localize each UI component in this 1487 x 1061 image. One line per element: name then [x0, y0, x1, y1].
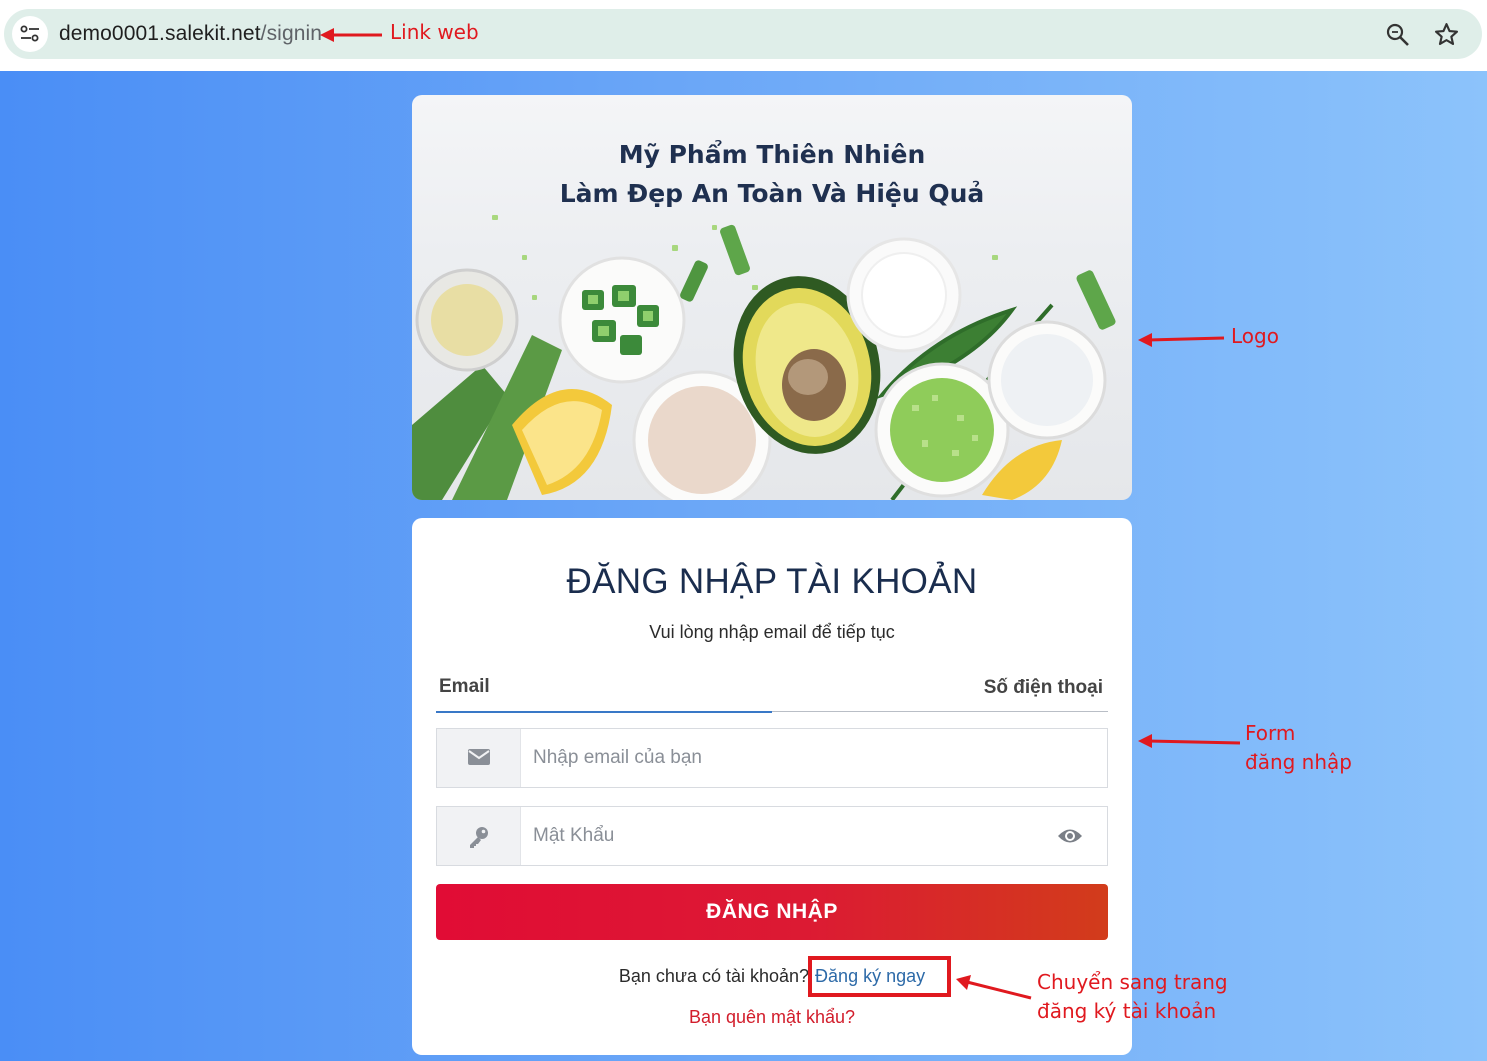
tab-email[interactable]: Email — [439, 676, 490, 698]
annotation-signup-line1: Chuyển sang trang — [1037, 970, 1228, 994]
email-input[interactable] — [533, 743, 1053, 773]
envelope-icon — [468, 749, 490, 765]
banner-title-line2: Làm Đẹp An Toàn Và Hiệu Quả — [559, 179, 985, 208]
annotation-form: Form đăng nhập — [1245, 719, 1352, 777]
annotation-arrow-signup — [956, 975, 1032, 1000]
annotation-signup-line2: đăng ký tài khoản — [1037, 999, 1217, 1023]
key-icon — [470, 827, 488, 848]
logo-banner: Mỹ Phẩm Thiên Nhiên Làm Đẹp An Toàn Và H… — [412, 95, 1132, 500]
password-input[interactable] — [533, 821, 1053, 851]
url-path: /signin — [260, 22, 323, 45]
password-addon — [437, 807, 521, 865]
active-tab-indicator — [436, 711, 772, 713]
login-title: ĐĂNG NHẬP TÀI KHOẢN — [566, 562, 978, 601]
zoom-icon[interactable] — [1385, 22, 1411, 48]
password-field — [436, 806, 1108, 866]
signup-prompt: Bạn chưa có tài khoản? — [618, 966, 810, 986]
login-method-tabs: Email Số điện thoại — [436, 668, 1108, 713]
annotation-form-line2: đăng nhập — [1245, 750, 1352, 774]
browser-toolbar: demo0001.salekit.net/signin — [0, 0, 1487, 71]
site-info-button[interactable] — [12, 16, 48, 52]
tab-phone[interactable]: Số điện thoại — [984, 677, 1103, 699]
annotation-arrow-form — [1138, 734, 1241, 748]
annotation-signup: Chuyển sang trang đăng ký tài khoản — [1037, 968, 1228, 1026]
url-host: demo0001.salekit.net — [59, 22, 261, 45]
login-subtitle: Vui lòng nhập email để tiếp tục — [649, 622, 895, 642]
email-field — [436, 728, 1108, 788]
annotation-arrow-link — [320, 28, 382, 42]
banner-title: Mỹ Phẩm Thiên Nhiên Làm Đẹp An Toàn Và H… — [412, 135, 1132, 213]
banner-title-line1: Mỹ Phẩm Thiên Nhiên — [618, 140, 926, 169]
url-text[interactable]: demo0001.salekit.net/signin — [59, 22, 322, 46]
forgot-password-link[interactable]: Bạn quên mật khẩu? — [412, 1007, 1132, 1028]
address-bar[interactable]: demo0001.salekit.net/signin — [4, 9, 1482, 59]
tune-icon — [20, 25, 39, 42]
eye-icon[interactable] — [1057, 826, 1083, 846]
signup-highlight-box — [808, 956, 951, 997]
annotation-form-line1: Form — [1245, 721, 1296, 745]
annotation-logo: Logo — [1231, 324, 1279, 348]
login-button[interactable]: ĐĂNG NHẬP — [436, 884, 1108, 940]
annotation-arrow-logo — [1138, 333, 1225, 347]
star-icon[interactable] — [1433, 21, 1460, 48]
annotation-link-web: Link web — [390, 20, 479, 44]
email-addon — [437, 729, 521, 787]
